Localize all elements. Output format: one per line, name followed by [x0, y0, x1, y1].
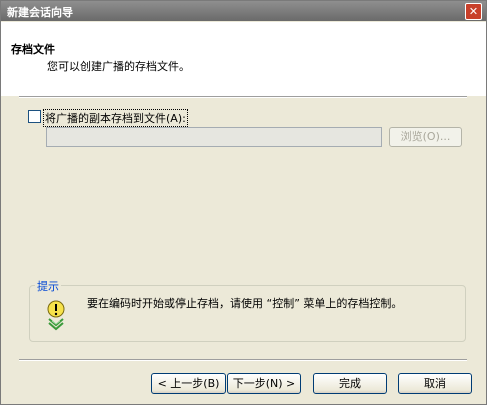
title-bar: 新建会话向导 ✕	[1, 1, 486, 21]
wizard-header: 存档文件 您可以创建广播的存档文件。	[1, 22, 486, 96]
tip-groupbox	[29, 285, 466, 342]
lightbulb-icon	[47, 300, 65, 331]
footer-divider	[19, 359, 467, 361]
header-divider	[19, 96, 467, 98]
cancel-button[interactable]: 取消	[398, 373, 472, 394]
finish-button[interactable]: 完成	[313, 373, 387, 394]
tip-text: 要在编码时开始或停止存档，请使用 “控制” 菜单上的存档控制。	[87, 297, 403, 310]
archive-checkbox-label[interactable]: 将广播的副本存档到文件(A):	[43, 109, 188, 127]
archive-checkbox[interactable]	[28, 110, 41, 123]
archive-file-path-input[interactable]	[46, 127, 382, 147]
page-subtitle: 您可以创建广播的存档文件。	[47, 60, 190, 73]
page-title: 存档文件	[11, 43, 55, 56]
tip-caption: 提示	[35, 278, 61, 294]
back-button[interactable]: < 上一步(B)	[151, 373, 226, 394]
window-title: 新建会话向导	[7, 6, 73, 19]
close-button[interactable]: ✕	[465, 3, 482, 20]
wizard-window: 新建会话向导 ✕ 存档文件 您可以创建广播的存档文件。 将广播的副本存档到文件(…	[0, 0, 487, 405]
close-icon: ✕	[468, 5, 479, 18]
browse-button[interactable]: 浏览(O)...	[389, 127, 462, 147]
next-button[interactable]: 下一步(N) >	[227, 373, 301, 394]
